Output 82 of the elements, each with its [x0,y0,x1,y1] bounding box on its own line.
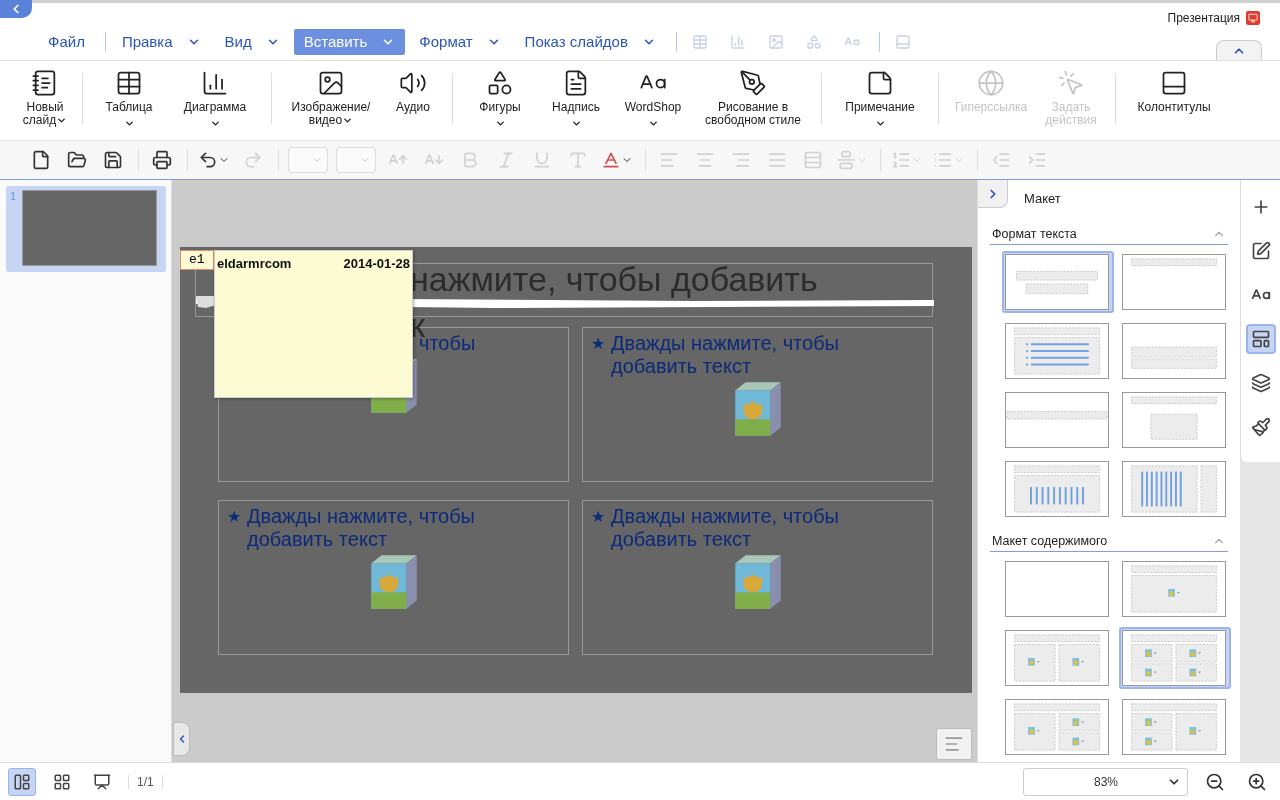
rows-icon [803,150,823,170]
hide-panel-button[interactable] [978,180,1008,208]
numbered-list-icon [891,150,911,170]
zoom-select[interactable]: 83% [1023,767,1188,796]
lines-icon [944,734,964,754]
page-counter: 1/1 [128,774,163,789]
brush-icon [1250,417,1271,437]
ribbon-button[interactable]: Аудио [382,69,444,134]
comment-note[interactable]: eldarmrcom 2014-01-28 [214,250,413,398]
layout-tab[interactable] [1245,324,1276,354]
zoom-out-icon [1205,771,1225,792]
text-icon [568,150,588,170]
placeholder-text: Дважды нажмите, чтобы добавить текст [611,332,840,378]
placeholder-text: Дважды нажмите, чтобы добавить текст [611,505,840,551]
ribbon-button[interactable]: Фигуры [461,69,539,134]
bullet-list-icon [933,150,953,170]
layers-icon [1250,373,1271,393]
pointer-icon [1057,69,1085,97]
pen-icon [739,69,767,97]
notes-button[interactable] [936,728,972,760]
panels-icon [13,772,31,791]
font-color-icon [601,150,621,170]
panel-icon [1160,69,1188,97]
ribbon-button[interactable]: Диаграмма [167,69,263,134]
vertical-align-icon [836,150,856,170]
layout-option[interactable] [1119,627,1231,689]
bar-chart-icon [201,69,229,97]
undo-icon [198,150,218,170]
new-file-icon [31,150,51,170]
layout-option[interactable] [1002,250,1114,313]
bullet: ★ [227,507,241,527]
bullet: ★ [591,334,605,354]
indent-icon [1027,150,1047,170]
ribbon-button[interactable]: Надпись [539,69,613,134]
ribbon-button[interactable]: Изображение/ видео [280,69,382,134]
panel-title: Макет [1024,190,1061,206]
menu-item[interactable]: Показ слайдов [514,28,666,55]
italic-icon [496,150,516,170]
printer-icon [152,150,172,170]
menu-item[interactable]: Вид [214,28,290,55]
presentation-icon [1246,11,1260,25]
comment-date: 2014-01-28 [343,256,410,271]
layout-icon [1250,329,1271,349]
menu-item[interactable]: Файл [38,28,95,55]
edit-icon [1250,241,1271,261]
projector-icon [93,772,111,791]
ribbon-button[interactable]: Рисование в свободном стиле [693,69,813,134]
comment-author: eldarmrcom [217,256,292,271]
app-title: Презентация [1167,11,1240,25]
grid-icon [53,772,71,791]
zoom-in-icon [1247,771,1267,792]
shapes-icon [486,69,514,97]
menu-item[interactable]: Формат [409,28,511,55]
align-center-icon [695,150,715,170]
table-icon [115,69,143,97]
ribbon-button[interactable]: Колонтитулы [1124,69,1224,134]
section-header[interactable]: Макет содержимого [990,531,1228,552]
align-left-icon [659,150,679,170]
ribbon-button[interactable]: WordShop [613,69,693,134]
back-button[interactable] [0,0,32,18]
normal-view-button[interactable] [8,767,36,796]
outdent-icon [991,150,1011,170]
note-icon [866,69,894,97]
folder-icon [67,150,87,170]
bullet: ★ [591,507,605,527]
image-icon [317,69,345,97]
globe-icon [977,69,1005,97]
menu-item[interactable]: Правка [111,28,211,55]
show-panel-button[interactable] [173,722,190,756]
comment-tag[interactable]: e1 [180,250,214,270]
section-header[interactable]: Формат текста [990,224,1228,245]
ribbon-button[interactable]: Примечание [830,69,930,134]
ribbon-button[interactable]: Новый слайд [16,69,74,134]
justify-icon [767,150,787,170]
align-right-icon [731,150,751,170]
ribbon-button[interactable]: Таблица [91,69,167,134]
save-icon [103,150,123,170]
slide-number: 1 [10,190,17,202]
underline-icon [532,150,552,170]
collapse-ribbon-button[interactable] [1216,40,1262,60]
redo-icon [243,150,263,170]
placeholder-text: Дважды нажмите, чтобы добавить текст [247,505,476,551]
